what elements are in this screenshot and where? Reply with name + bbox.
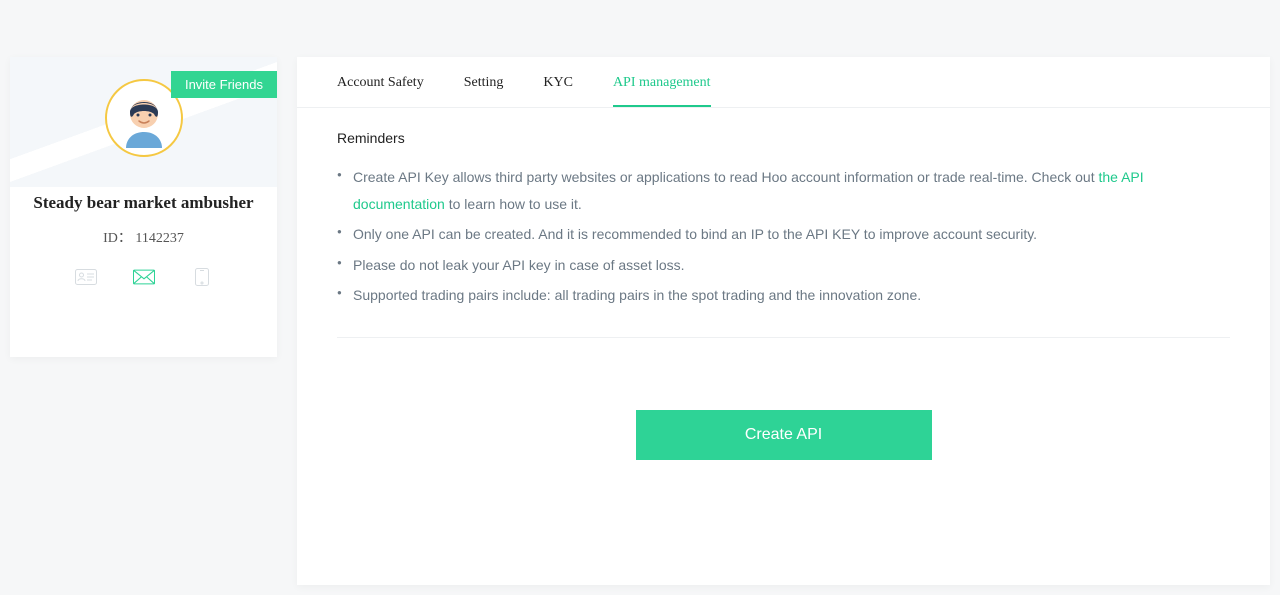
reminder-item: Only one API can be created. And it is r… [337,221,1230,248]
reminder-item: Supported trading pairs include: all tra… [337,282,1230,309]
tab-setting[interactable]: Setting [464,57,504,107]
tab-kyc[interactable]: KYC [543,57,573,107]
reminder-text: Create API Key allows third party websit… [353,169,1098,185]
reminders-list: Create API Key allows third party websit… [337,164,1230,338]
mail-icon[interactable] [133,269,155,285]
reminder-text: to learn how to use it. [449,196,582,212]
tab-account-safety[interactable]: Account Safety [337,57,424,107]
profile-id-value: 1142237 [135,231,183,246]
api-management-content: Reminders Create API Key allows third pa… [297,108,1270,460]
profile-username: Steady bear market ambusher [10,193,277,213]
avatar-icon [114,88,174,148]
profile-card: Invite Friends Steady bear market ambush… [10,57,277,357]
reminders-heading: Reminders [337,130,1230,146]
main-panel: Account Safety Setting KYC API managemen… [297,57,1270,585]
reminder-item: Create API Key allows third party websit… [337,164,1230,217]
profile-action-icons [10,269,277,285]
reminder-item: Please do not leak your API key in case … [337,252,1230,279]
profile-id: ID： 1142237 [10,227,277,247]
create-api-button[interactable]: Create API [636,410,932,460]
settings-tabs: Account Safety Setting KYC API managemen… [297,57,1270,108]
tab-api-management[interactable]: API management [613,57,711,107]
create-api-section: Create API [337,410,1230,460]
phone-icon[interactable] [191,269,213,285]
invite-friends-button[interactable]: Invite Friends [171,71,277,98]
profile-id-label: ID： [103,231,132,246]
id-card-icon[interactable] [75,269,97,285]
